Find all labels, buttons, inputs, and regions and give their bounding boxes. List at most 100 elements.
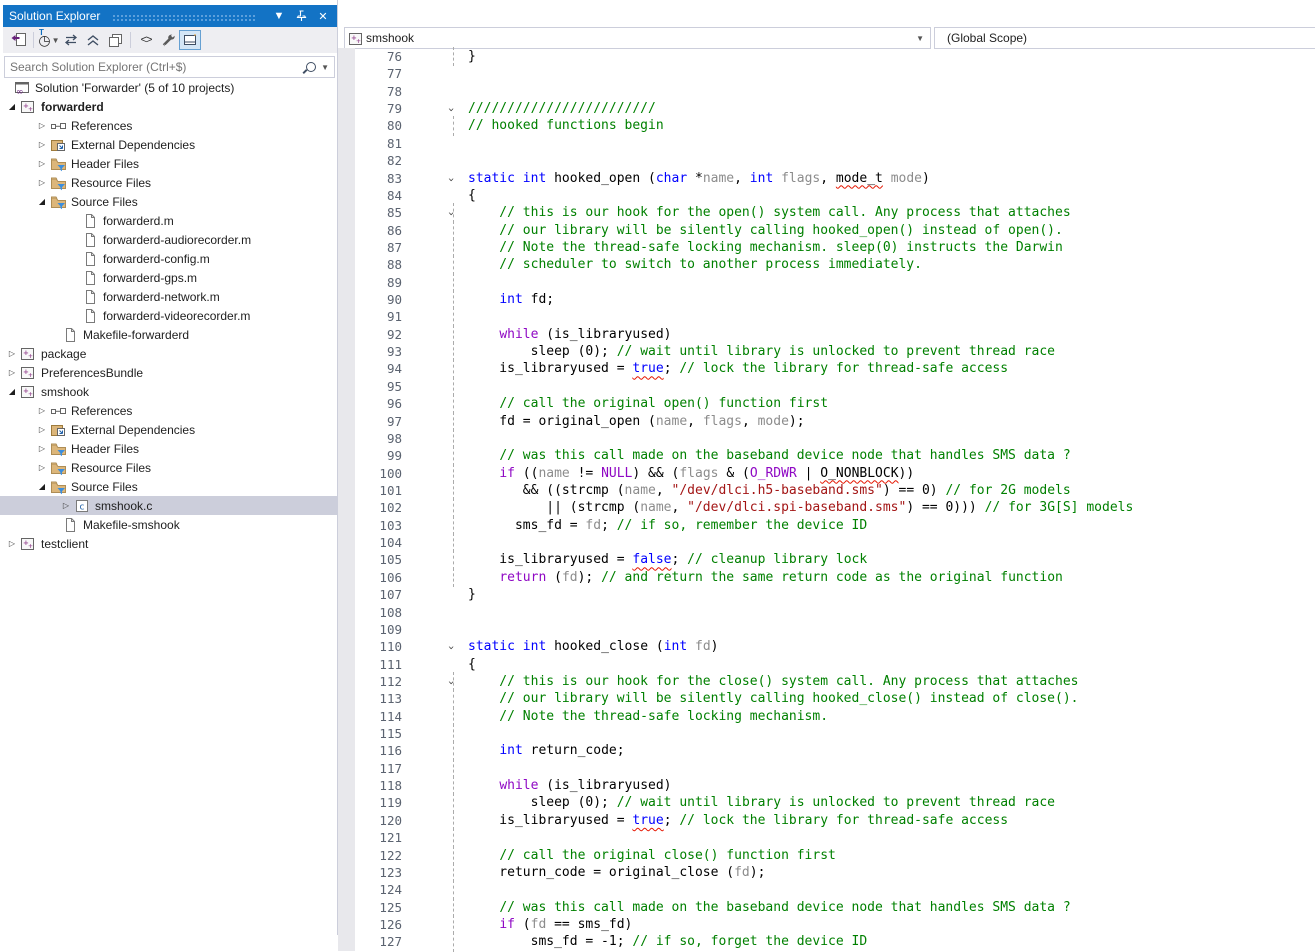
expander-collapsed-icon[interactable]: ▷ — [34, 140, 50, 149]
tree-item-forwarderd-gps-m[interactable]: forwarderd-gps.m — [0, 268, 337, 287]
tree-item-makefile-forwarderd[interactable]: Makefile-forwarderd — [0, 325, 337, 344]
preview-selected-items-icon[interactable] — [179, 30, 201, 50]
titlebar-grip[interactable] — [112, 13, 255, 22]
breakpoint-margin[interactable] — [338, 656, 355, 673]
pin-icon[interactable] — [293, 8, 309, 24]
close-icon[interactable]: ✕ — [315, 8, 331, 24]
code-text[interactable]: || (strcmp (name, "/dev/dlci.spi-baseban… — [468, 499, 1133, 516]
fold-collapse-icon[interactable]: › — [443, 106, 460, 113]
code-text[interactable]: { — [468, 187, 476, 204]
tree-item-forwarderd-m[interactable]: forwarderd.m — [0, 211, 337, 230]
breakpoint-margin[interactable] — [338, 690, 355, 707]
breakpoint-margin[interactable] — [338, 465, 355, 482]
breakpoint-margin[interactable] — [338, 604, 355, 621]
breakpoint-margin[interactable] — [338, 812, 355, 829]
breakpoint-margin[interactable] — [338, 447, 355, 464]
code-text[interactable]: // call the original open() function fir… — [468, 395, 828, 412]
tree-item-resource-files[interactable]: ▷Resource Files — [0, 458, 337, 477]
code-text[interactable]: // this is our hook for the close() syst… — [468, 673, 1078, 690]
expander-collapsed-icon[interactable]: ▷ — [4, 539, 20, 548]
code-text[interactable]: // was this call made on the baseband de… — [468, 899, 1071, 916]
breakpoint-margin[interactable] — [338, 569, 355, 586]
breakpoint-margin[interactable] — [338, 829, 355, 846]
tree-item-references[interactable]: ▷References — [0, 401, 337, 420]
code-text[interactable]: static int hooked_open (char *name, int … — [468, 170, 930, 187]
tree-item-source-files[interactable]: ◢Source Files — [0, 192, 337, 211]
tree-item-smshook[interactable]: ◢++smshook — [0, 382, 337, 401]
code-text[interactable]: sms_fd = -1; // if so, forget the device… — [468, 933, 867, 950]
code-text[interactable]: //////////////////////// — [468, 100, 656, 117]
code-text[interactable]: // Note the thread-safe locking mechanis… — [468, 708, 828, 725]
code-text[interactable]: if (fd == sms_fd) — [468, 916, 632, 933]
breakpoint-margin[interactable] — [338, 430, 355, 447]
code-text[interactable]: && ((strcmp (name, "/dev/dlci.h5-baseban… — [468, 482, 1071, 499]
breakpoint-margin[interactable] — [338, 135, 355, 152]
tree-item-resource-files[interactable]: ▷Resource Files — [0, 173, 337, 192]
breakpoint-margin[interactable] — [338, 725, 355, 742]
code-text[interactable]: // our library will be silently calling … — [468, 690, 1078, 707]
expander-collapsed-icon[interactable]: ▷ — [34, 159, 50, 168]
breakpoint-margin[interactable] — [338, 899, 355, 916]
tree-item-testclient[interactable]: ▷++testclient — [0, 534, 337, 553]
code-text[interactable]: { — [468, 656, 476, 673]
expander-expanded-icon[interactable]: ◢ — [34, 197, 50, 206]
breakpoint-margin[interactable] — [338, 534, 355, 551]
code-text[interactable]: // hooked functions begin — [468, 117, 664, 134]
breakpoint-margin[interactable] — [338, 881, 355, 898]
code-text[interactable]: // call the original close() function fi… — [468, 847, 836, 864]
breakpoint-margin[interactable] — [338, 760, 355, 777]
breakpoint-margin[interactable] — [338, 274, 355, 291]
fold-collapse-icon[interactable]: › — [443, 176, 460, 183]
expander-expanded-icon[interactable]: ◢ — [34, 482, 50, 491]
tree-item-references[interactable]: ▷References — [0, 116, 337, 135]
sync-with-active-document-icon[interactable] — [7, 30, 29, 50]
breakpoint-margin[interactable] — [338, 204, 355, 221]
expander-collapsed-icon[interactable]: ▷ — [34, 463, 50, 472]
breakpoint-margin[interactable] — [338, 378, 355, 395]
breakpoint-margin[interactable] — [338, 187, 355, 204]
breakpoint-margin[interactable] — [338, 638, 355, 655]
code-text[interactable]: fd = original_open (name, flags, mode); — [468, 413, 805, 430]
expander-collapsed-icon[interactable]: ▷ — [34, 178, 50, 187]
scope-dropdown[interactable]: (Global Scope) — [934, 27, 1315, 49]
breakpoint-margin[interactable] — [338, 256, 355, 273]
breakpoint-margin[interactable] — [338, 239, 355, 256]
breakpoint-margin[interactable] — [338, 864, 355, 881]
breakpoint-margin[interactable] — [338, 708, 355, 725]
tree-item-source-files[interactable]: ◢Source Files — [0, 477, 337, 496]
chevron-down-icon[interactable]: ▼ — [321, 63, 329, 72]
code-text[interactable]: // our library will be silently calling … — [468, 222, 1063, 239]
breakpoint-margin[interactable] — [338, 100, 355, 117]
expander-expanded-icon[interactable]: ◢ — [4, 102, 20, 111]
breakpoint-margin[interactable] — [338, 551, 355, 568]
code-text[interactable]: // Note the thread-safe locking mechanis… — [468, 239, 1063, 256]
breakpoint-margin[interactable] — [338, 170, 355, 187]
tree-item-forwarderd-audiorecorder-m[interactable]: forwarderd-audiorecorder.m — [0, 230, 337, 249]
code-text[interactable]: is_libraryused = true; // lock the libra… — [468, 812, 1008, 829]
code-text[interactable]: is_libraryused = true; // lock the libra… — [468, 360, 1008, 377]
breakpoint-margin[interactable] — [338, 777, 355, 794]
tree-item-smshook-c[interactable]: ▷csmshook.c — [0, 496, 337, 515]
code-text[interactable]: int return_code; — [468, 742, 625, 759]
code-text[interactable]: // this is our hook for the open() syste… — [468, 204, 1071, 221]
expander-collapsed-icon[interactable]: ▷ — [34, 425, 50, 434]
breakpoint-margin[interactable] — [338, 360, 355, 377]
tree-item-package[interactable]: ▷++package — [0, 344, 337, 363]
view-code-icon[interactable]: <> — [135, 30, 157, 50]
breakpoint-margin[interactable] — [338, 482, 355, 499]
code-text[interactable]: while (is_libraryused) — [468, 777, 672, 794]
breakpoint-margin[interactable] — [338, 222, 355, 239]
breakpoint-margin[interactable] — [338, 308, 355, 325]
breakpoint-margin[interactable] — [338, 916, 355, 933]
tree-item-external-dependencies[interactable]: ▷External Dependencies — [0, 420, 337, 439]
code-text[interactable]: } — [468, 48, 476, 65]
fold-collapse-icon[interactable]: › — [443, 645, 460, 652]
code-text[interactable]: static int hooked_close (int fd) — [468, 638, 718, 655]
properties-icon[interactable] — [157, 30, 179, 50]
solution-explorer-titlebar[interactable]: Solution Explorer ▼ ✕ — [3, 5, 337, 27]
breakpoint-margin[interactable] — [338, 117, 355, 134]
tree-item-forwarderd-videorecorder-m[interactable]: forwarderd-videorecorder.m — [0, 306, 337, 325]
breakpoint-margin[interactable] — [338, 517, 355, 534]
tree-item-preferencesbundle[interactable]: ▷++PreferencesBundle — [0, 363, 337, 382]
tree-item-forwarderd-config-m[interactable]: forwarderd-config.m — [0, 249, 337, 268]
